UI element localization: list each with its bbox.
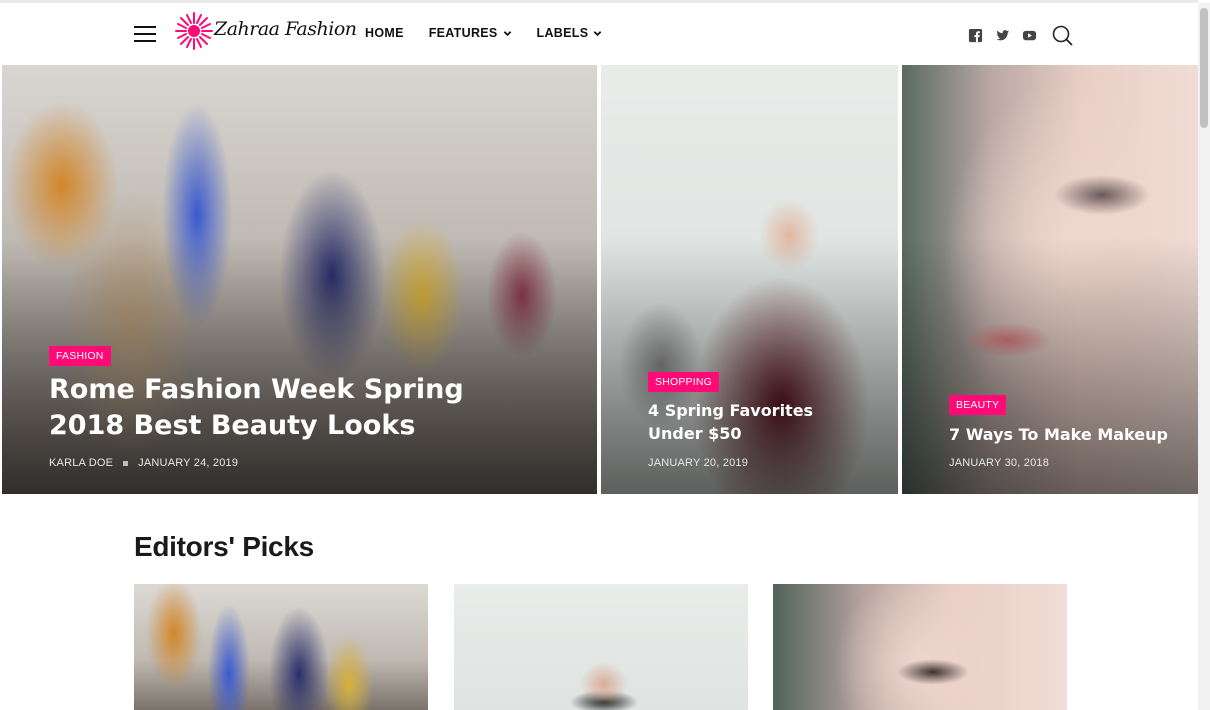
editors-pick-card[interactable] xyxy=(134,584,428,710)
hero-card-shopping[interactable]: SHOPPING 4 Spring Favorites Under $50 JA… xyxy=(601,65,898,494)
hero-title[interactable]: 7 Ways To Make Makeup xyxy=(949,423,1179,446)
hero-title[interactable]: 4 Spring Favorites Under $50 xyxy=(648,399,868,445)
editors-pick-card[interactable] xyxy=(773,584,1067,710)
category-tag[interactable]: FASHION xyxy=(49,346,111,366)
post-meta: JANUARY 20, 2019 xyxy=(648,457,748,469)
author[interactable]: KARLA DOE xyxy=(49,457,113,469)
nav-labels-label: LABELS xyxy=(536,26,589,40)
hero-title[interactable]: Rome Fashion Week Spring 2018 Best Beaut… xyxy=(49,372,529,444)
logo-text: Zahraa Fashion xyxy=(214,18,357,40)
logo-flower-icon xyxy=(175,12,213,50)
search-icon[interactable] xyxy=(1051,24,1073,46)
nav-home-label: HOME xyxy=(365,26,404,40)
twitter-icon[interactable] xyxy=(995,28,1010,43)
post-meta: KARLA DOE JANUARY 24, 2019 xyxy=(49,457,238,469)
site-header: Zahraa Fashion HOME FEATURES LABELS xyxy=(0,3,1198,65)
chevron-down-icon xyxy=(503,30,511,36)
post-date: JANUARY 20, 2019 xyxy=(648,457,749,469)
hero-card-fashion[interactable]: FASHION Rome Fashion Week Spring 2018 Be… xyxy=(2,65,597,494)
social-links xyxy=(968,24,1073,46)
chevron-down-icon xyxy=(594,30,602,36)
main-nav: HOME FEATURES LABELS xyxy=(365,26,602,40)
nav-features-label: FEATURES xyxy=(428,26,498,40)
category-tag[interactable]: SHOPPING xyxy=(648,372,720,392)
section-title-editors-picks: Editors' Picks xyxy=(134,531,314,562)
post-meta: JANUARY 30, 2018 xyxy=(949,457,1049,469)
post-date: JANUARY 30, 2018 xyxy=(949,457,1050,469)
facebook-icon[interactable] xyxy=(968,28,983,43)
category-tag[interactable]: BEAUTY xyxy=(949,395,1007,415)
meta-separator xyxy=(123,460,129,466)
post-date: JANUARY 24, 2019 xyxy=(138,457,239,469)
scrollbar-thumb[interactable] xyxy=(1200,8,1208,128)
page: Zahraa Fashion HOME FEATURES LABELS FASH… xyxy=(0,0,1210,710)
nav-features[interactable]: FEATURES xyxy=(429,26,512,40)
hero-card-beauty[interactable]: BEAUTY 7 Ways To Make Makeup JANUARY 30,… xyxy=(902,65,1199,494)
editors-pick-card[interactable] xyxy=(454,584,748,710)
nav-home[interactable]: HOME xyxy=(365,26,404,40)
nav-labels[interactable]: LABELS xyxy=(537,26,603,40)
menu-icon[interactable] xyxy=(134,26,156,42)
youtube-icon[interactable] xyxy=(1022,28,1037,43)
site-logo[interactable]: Zahraa Fashion xyxy=(174,9,357,59)
